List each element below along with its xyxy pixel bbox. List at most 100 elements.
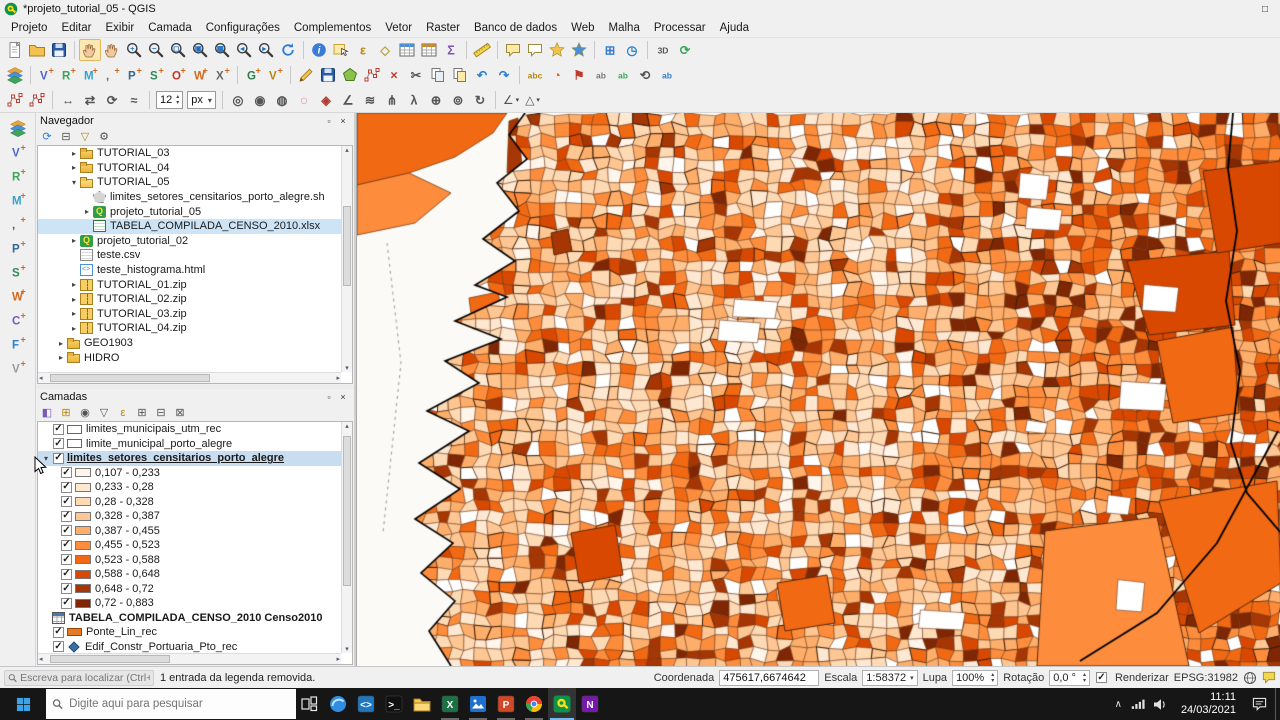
layer-diagram-options-button[interactable]: ◔ xyxy=(546,64,568,86)
layer-visibility-checkbox[interactable]: ✓ xyxy=(53,641,64,653)
spin-down-icon[interactable]: ▾ xyxy=(991,678,994,684)
measure-line-button[interactable] xyxy=(471,39,493,61)
font-unit-combo[interactable]: px ▾ xyxy=(187,91,216,109)
rotate-point-symbols-button[interactable]: ↻ xyxy=(469,89,491,111)
toggle-editing-button[interactable] xyxy=(295,64,317,86)
app-photos[interactable] xyxy=(464,688,492,720)
locator-box[interactable] xyxy=(4,669,154,686)
locator-input[interactable] xyxy=(20,671,150,684)
app-terminal[interactable]: >_ xyxy=(380,688,408,720)
layers-vertical-scrollbar[interactable]: ▴ ▾ xyxy=(341,422,352,653)
font-size-spinbox[interactable]: 12 ▴ ▾ xyxy=(156,91,184,109)
add-mesh-layer-button[interactable]: M + xyxy=(79,64,101,86)
fill-ring-button[interactable]: ◍ xyxy=(271,89,293,111)
layer-item-limites-setores-censitarios-porto-alegre[interactable]: ▾ ✓ limites_setores_censitarios_porto_aleg… xyxy=(38,451,341,466)
layer-class-item[interactable]: ✓ 0,28 - 0,328 xyxy=(38,495,341,510)
copy-features-button[interactable] xyxy=(427,64,449,86)
simplify-feature-button[interactable]: ≈ xyxy=(123,89,145,111)
browser-item-teste-histograma-html[interactable]: teste_histograma.html xyxy=(38,263,341,278)
pin-labels-button[interactable]: ⚑ xyxy=(568,64,590,86)
rotate-label-button[interactable]: ⟲ xyxy=(634,64,656,86)
menu-web[interactable]: Web xyxy=(564,20,601,36)
log-messages-icon[interactable] xyxy=(1262,671,1276,684)
field-calculator-button[interactable] xyxy=(418,39,440,61)
scroll-down-icon[interactable]: ▾ xyxy=(345,645,349,653)
menu-banco-de-dados[interactable]: Banco de dados xyxy=(467,20,564,36)
app-edge[interactable] xyxy=(324,688,352,720)
zoom-next-button[interactable]: ▸ xyxy=(255,39,277,61)
layer-visibility-checkbox[interactable]: ✓ xyxy=(61,554,72,566)
volume-icon[interactable] xyxy=(1153,698,1167,711)
paste-features-button[interactable] xyxy=(449,64,471,86)
map-canvas[interactable] xyxy=(357,113,1280,666)
delete-selected-button[interactable]: × xyxy=(383,64,405,86)
change-label-button[interactable]: ab xyxy=(656,64,678,86)
browser-filter-button[interactable]: ▽ xyxy=(77,129,93,144)
vertex-tool-active-layer-button[interactable] xyxy=(26,89,48,111)
layer-visibility-checkbox[interactable]: ✓ xyxy=(53,423,64,435)
scroll-left-icon[interactable]: ◂ xyxy=(39,655,43,663)
scroll-down-icon[interactable]: ▾ xyxy=(345,364,349,372)
delete-ring-button[interactable]: ◌ xyxy=(293,89,315,111)
expand-arrow-icon[interactable]: ▸ xyxy=(55,353,67,362)
add-wfs-layer-button[interactable]: F + xyxy=(7,333,29,355)
expand-arrow-icon[interactable]: ▸ xyxy=(68,324,80,333)
project-new-button[interactable] xyxy=(4,39,26,61)
zoom-in-button[interactable]: + xyxy=(123,39,145,61)
menu-ajuda[interactable]: Ajuda xyxy=(713,20,756,36)
offset-curve-button[interactable]: ≋ xyxy=(359,89,381,111)
expand-arrow-icon[interactable]: ▸ xyxy=(55,339,67,348)
app-onenote[interactable]: N xyxy=(576,688,604,720)
browser-undock-button[interactable]: ▫ xyxy=(322,114,336,127)
spin-down-icon[interactable]: ▾ xyxy=(176,100,179,106)
browser-item-projeto-tutorial-05[interactable]: ▸ projeto_tutorial_05 xyxy=(38,204,341,219)
layer-visibility-checkbox[interactable]: ✓ xyxy=(61,496,72,508)
new-annotation-button[interactable] xyxy=(524,39,546,61)
layer-item-ponte-lin-rec[interactable]: ✓ Ponte_Lin_rec xyxy=(38,625,341,640)
undo-button[interactable]: ↶ xyxy=(471,64,493,86)
maximize-button[interactable]: □ xyxy=(1250,0,1280,18)
browser-properties-button[interactable]: ⚙ xyxy=(96,129,112,144)
browser-horizontal-scrollbar[interactable]: ◂ ▸ xyxy=(38,372,341,383)
app-excel[interactable]: X xyxy=(436,688,464,720)
filter-legend-button[interactable]: ▽ xyxy=(96,405,112,420)
browser-item-tabela-compilada-censo-2010-xlsx[interactable]: TABELA_COMPILADA_CENSO_2010.xlsx xyxy=(38,218,341,234)
browser-item-hidro[interactable]: ▸ HIDRO xyxy=(38,350,341,365)
layer-class-item[interactable]: ✓ 0,648 - 0,72 xyxy=(38,582,341,597)
scroll-left-icon[interactable]: ◂ xyxy=(39,374,43,382)
identify-features-button[interactable]: i xyxy=(308,39,330,61)
add-xyz-layer-button[interactable]: X + xyxy=(211,64,233,86)
layer-visibility-checkbox[interactable]: ✓ xyxy=(61,597,72,609)
layer-visibility-checkbox[interactable]: ✓ xyxy=(53,438,64,450)
save-layer-edits-button[interactable] xyxy=(317,64,339,86)
menu-processar[interactable]: Processar xyxy=(647,20,713,36)
zoom-to-layer-button[interactable]: ▦ xyxy=(211,39,233,61)
layer-item-edif-constr-portuaria-pto-rec[interactable]: ✓ Edif_Constr_Portuaria_Pto_rec xyxy=(38,640,341,654)
browser-item-limites-setores-censitarios-porto-alegre-sh[interactable]: limites_setores_censitarios_porto_alegre… xyxy=(38,190,341,205)
expand-arrow-icon[interactable]: ▸ xyxy=(68,149,80,158)
browser-item-tutorial-04[interactable]: ▸ TUTORIAL_04 xyxy=(38,161,341,176)
app-explorer[interactable] xyxy=(408,688,436,720)
new-shapefile-layer-button[interactable]: V + xyxy=(264,64,286,86)
layer-visibility-checkbox[interactable]: ✓ xyxy=(61,467,72,479)
browser-item-teste-csv[interactable]: teste.csv xyxy=(38,248,341,263)
zoom-last-button[interactable]: ◂ xyxy=(233,39,255,61)
vertex-tool-button[interactable] xyxy=(361,64,383,86)
expand-arrow-icon[interactable]: ▸ xyxy=(68,236,80,245)
expand-arrow-icon[interactable]: ▸ xyxy=(68,309,80,318)
add-feature-button[interactable] xyxy=(339,64,361,86)
browser-item-tutorial-04-zip[interactable]: ▸ TUTORIAL_04.zip xyxy=(38,321,341,336)
layer-visibility-checkbox[interactable]: ✓ xyxy=(53,452,64,464)
layers-close-button[interactable]: × xyxy=(336,390,350,403)
add-wcs-layer-button[interactable]: C + xyxy=(7,309,29,331)
browser-item-tutorial-02-zip[interactable]: ▸ TUTORIAL_02.zip xyxy=(38,292,341,307)
open-data-source-manager-button[interactable] xyxy=(7,117,29,139)
browser-item-tutorial-03-zip[interactable]: ▸ TUTORIAL_03.zip xyxy=(38,307,341,322)
add-part-button[interactable]: ◉ xyxy=(249,89,271,111)
browser-refresh-button[interactable]: ⟳ xyxy=(39,129,55,144)
layer-visibility-checkbox[interactable]: ✓ xyxy=(61,525,72,537)
statistical-summary-button[interactable]: Σ xyxy=(440,39,462,61)
layer-visibility-checkbox[interactable]: ✓ xyxy=(61,510,72,522)
menu-vetor[interactable]: Vetor xyxy=(378,20,419,36)
layer-class-item[interactable]: ✓ 0,328 - 0,387 xyxy=(38,509,341,524)
